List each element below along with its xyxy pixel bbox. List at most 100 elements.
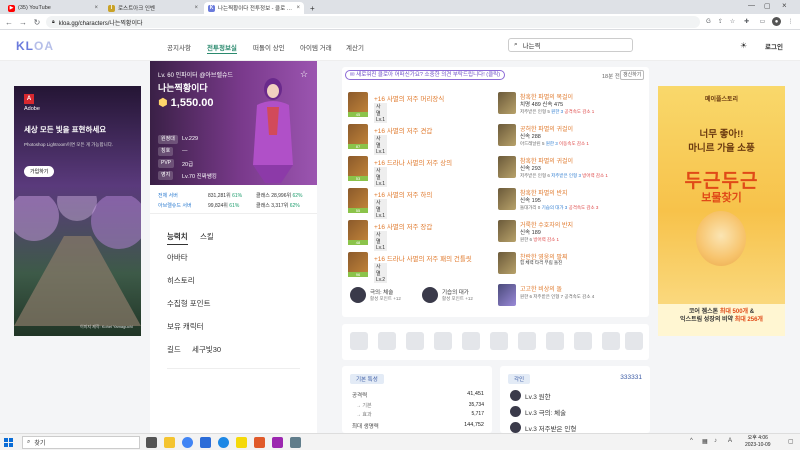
ad-banner-right[interactable]: 메이플스토리 너무 좋아!! 마니르 가을 소풍 두근두근 보물찾기 코어 젬스…	[658, 86, 785, 336]
close-icon[interactable]: ×	[94, 5, 98, 11]
gem-slot[interactable]	[406, 332, 424, 350]
nav-notice[interactable]: 공지사항	[167, 42, 191, 52]
character-class-server: Lv. 60 인파이터 @아브렐슈드	[158, 73, 234, 79]
app-icon[interactable]	[290, 437, 301, 448]
taskbar-search[interactable]: ⌕ 찾기	[22, 436, 140, 449]
rank-all-class: 클래스 28,996위 62%	[256, 193, 303, 199]
gem-slot[interactable]	[518, 332, 536, 350]
theme-toggle-icon[interactable]: ☀	[740, 41, 747, 50]
ad-cta-button[interactable]: 가입하기	[24, 166, 55, 177]
browser-toolbar: ← → ↻ 🔒︎ kloa.gg/characters/나는찍황이다 G ⇪ ☆…	[0, 14, 800, 30]
gem-slot[interactable]	[434, 332, 452, 350]
inven-icon: I	[108, 4, 115, 12]
browser-tab-kloa[interactable]: K 나는찍황이다 전투정보 - 클로 … ×	[204, 2, 304, 14]
minimize-icon[interactable]: —	[748, 2, 755, 9]
nav-battle-info[interactable]: 전투정보실	[207, 42, 237, 54]
start-button[interactable]	[4, 438, 13, 447]
engravings-header: 각인	[508, 374, 531, 384]
necklace-icon	[498, 92, 516, 114]
adobe-logo: A Adobe	[24, 94, 40, 112]
menu-avatar[interactable]: 아바타	[167, 252, 188, 263]
profile-avatar[interactable]: ●	[772, 17, 781, 26]
engraving-token[interactable]: 극의: 체술 활성 포인트 +12	[350, 287, 401, 303]
file-explorer-icon[interactable]	[164, 437, 175, 448]
reload-icon[interactable]: ↻	[32, 17, 42, 27]
chrome-icon[interactable]	[182, 437, 193, 448]
ad-big-text-2: 보물찾기	[701, 192, 742, 204]
feedback-notice[interactable]: ✉ 새로워진 클로아 어떠신가요? 소중한 의견 부탁드립니다! (클릭)	[345, 70, 506, 80]
kakaotalk-icon[interactable]	[236, 437, 247, 448]
ime-icon[interactable]: A	[728, 438, 732, 444]
browser-tab-inven[interactable]: I 로스트아크 인벤 ×	[104, 2, 202, 14]
character-search[interactable]: ⌕ 나는찍	[508, 38, 633, 52]
ad-subtext: Photoshop Lightroom이면 모든 게 가능합니다.	[24, 142, 114, 147]
star-icon[interactable]: ☆	[728, 17, 737, 26]
browser-tab-youtube[interactable]: ▶ (35) YouTube ×	[4, 2, 102, 14]
app-icon[interactable]	[254, 437, 265, 448]
edge-icon[interactable]	[200, 437, 211, 448]
kloa-logo[interactable]: KLOA	[16, 39, 54, 53]
expedition-level: Lv.229	[182, 136, 199, 142]
engraving-row[interactable]: Lv.3 저주받은 인형	[510, 422, 576, 433]
engraving-token[interactable]: 기습의 대가 활성 포인트 +12	[422, 287, 473, 303]
google-icon[interactable]: G	[704, 17, 713, 26]
favorite-star-icon[interactable]: ☆	[300, 69, 308, 80]
discord-icon[interactable]	[218, 437, 229, 448]
stats-panel: 기본 특성 공격력 41,451 → 기본 35,734 → 효과 5,717 …	[342, 366, 492, 433]
gem-slot[interactable]	[602, 332, 620, 350]
window-close-icon[interactable]: ×	[782, 1, 787, 10]
gem-strip	[342, 324, 649, 360]
task-view-icon[interactable]	[146, 437, 157, 448]
engraving-row[interactable]: Lv.3 원한	[510, 390, 551, 401]
character-card: Lv. 60 인파이터 @아브렐슈드 나는찍황이다 ⬢ 1,550.00 ☆ 원…	[150, 61, 317, 213]
menu-icon[interactable]: ⋮	[786, 17, 795, 26]
nav-calculator[interactable]: 계산기	[346, 42, 364, 52]
ability-stone-icon	[498, 284, 516, 306]
volume-icon[interactable]: ♪	[714, 438, 717, 444]
tray-up-icon[interactable]: ^	[690, 438, 693, 444]
gem-slot[interactable]	[350, 332, 368, 350]
close-icon[interactable]: ×	[194, 5, 198, 11]
divider	[167, 368, 300, 369]
engraving-row[interactable]: Lv.3 극의: 체술	[510, 406, 566, 417]
gem-slot[interactable]	[625, 332, 643, 350]
earring-icon	[498, 156, 516, 178]
ad-banner-left[interactable]: A Adobe 세상 모든 빛을 표현하세요 Photoshop Lightroo…	[14, 86, 141, 336]
share-icon[interactable]: ⇪	[716, 17, 725, 26]
address-bar[interactable]: 🔒︎ kloa.gg/characters/나는찍황이다	[46, 16, 700, 28]
row-label: 원정대	[158, 135, 178, 144]
nav-trade[interactable]: 아이템 거래	[300, 42, 332, 52]
ad-reward-text: 코어 젬스톤 최대 500개 & 익스트림 성장의 비약 최대 256개	[658, 304, 785, 336]
login-button[interactable]: 로그인	[765, 41, 783, 51]
menu-characters[interactable]: 보유 캐릭터	[167, 321, 204, 332]
stats-header: 기본 특성	[350, 374, 384, 384]
tab-stats[interactable]: 능력치	[167, 231, 188, 245]
refresh-button[interactable]: 갱신하기	[620, 70, 645, 80]
last-updated: 18분 전	[602, 74, 620, 80]
notification-icon[interactable]: ▢	[788, 438, 794, 445]
maximize-icon[interactable]: ▢	[764, 2, 771, 10]
gem-slot[interactable]	[490, 332, 508, 350]
back-icon[interactable]: ←	[4, 17, 14, 27]
gem-slot[interactable]	[462, 332, 480, 350]
taskbar-clock[interactable]: 오후 4:06 2023-10-09	[745, 435, 771, 448]
nav-merchant[interactable]: 떠돌이 상인	[253, 42, 285, 52]
gem-slot[interactable]	[378, 332, 396, 350]
gem-slot[interactable]	[546, 332, 564, 350]
search-input[interactable]: 나는찍	[523, 40, 541, 50]
stat-value: 35,734	[468, 402, 484, 408]
new-tab-button[interactable]: +	[306, 2, 318, 14]
network-icon[interactable]: ▦	[702, 438, 708, 445]
guild-name[interactable]: 세구빛30	[192, 344, 221, 355]
menu-collection[interactable]: 수집형 포인트	[167, 298, 210, 309]
app-icon[interactable]	[272, 437, 283, 448]
tab-skill[interactable]: 스킬	[200, 231, 214, 242]
taskbar-search-input[interactable]: 찾기	[34, 438, 45, 447]
close-icon[interactable]: ×	[296, 5, 300, 11]
gem-slot[interactable]	[574, 332, 592, 350]
rank-server-value: 99,824위 61%	[208, 203, 240, 209]
menu-history[interactable]: 히스토리	[167, 275, 195, 286]
forward-icon[interactable]: →	[18, 17, 28, 27]
extension-icon[interactable]: ✚	[742, 17, 751, 26]
sidepanel-icon[interactable]: ▭	[758, 17, 767, 26]
